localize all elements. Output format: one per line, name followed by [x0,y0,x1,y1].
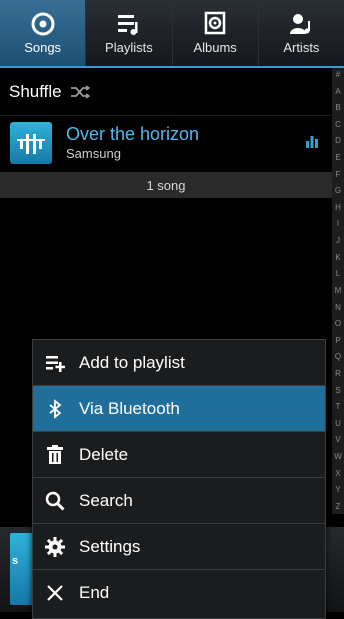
song-count: 1 song [146,177,186,193]
add-to-playlist-icon [46,355,65,372]
index-letter[interactable]: O [335,319,341,329]
index-letter[interactable]: E [335,153,340,163]
index-letter[interactable]: K [335,253,340,263]
menu-item-label: Settings [79,536,141,556]
menu-item-label: End [79,583,110,602]
index-letter[interactable]: Y [335,485,340,495]
index-letter[interactable]: R [335,369,341,379]
song-list-item[interactable]: Over the horizon Samsung [0,116,332,170]
song-artist: Samsung [66,146,121,161]
shuffle-label: Shuffle [9,81,62,101]
index-letter[interactable]: P [335,336,340,346]
trash-icon [47,444,63,464]
menu-item-label: Delete [79,444,129,464]
tab-songs[interactable]: Songs [0,0,87,66]
index-letter[interactable]: # [336,70,340,80]
tab-label: Songs [24,40,62,55]
menu-item-add-to-playlist[interactable]: Add to playlist [33,340,325,386]
index-letter[interactable]: V [335,435,340,445]
menu-item-search[interactable]: Search [33,478,325,524]
tab-artists[interactable]: Artists [259,0,344,66]
index-letter[interactable]: I [337,219,339,229]
songs-icon [31,12,55,36]
index-letter[interactable]: J [336,236,340,246]
now-playing-art-letter: s [12,555,19,567]
menu-item-delete[interactable]: Delete [33,432,325,478]
index-letter[interactable]: H [335,203,341,213]
index-letter[interactable]: M [335,286,342,296]
menu-item-label: Search [79,490,133,510]
album-art [10,122,52,164]
tab-label: Albums [193,40,237,55]
bluetooth-icon [49,398,62,419]
shuffle-row[interactable]: Shuffle [0,68,332,116]
search-icon [45,491,65,511]
albums-icon [204,11,226,35]
gear-icon [45,536,65,557]
index-letter[interactable]: G [335,186,341,196]
index-letter[interactable]: L [336,269,340,279]
tab-label: Artists [283,40,320,55]
playlists-icon [117,15,138,35]
artists-icon [290,14,311,34]
tab-label: Playlists [105,40,153,55]
index-letter[interactable]: S [335,386,340,396]
alphabet-index-scrollbar[interactable]: # A B C D E F G H I J K L M N O P Q R S T U V W X Y Z [332,68,344,514]
menu-item-settings[interactable]: Settings [33,524,325,570]
tab-albums[interactable]: Albums [173,0,259,66]
menu-item-end[interactable]: End [33,570,325,616]
song-count-bar: 1 song [0,172,332,198]
index-letter[interactable]: A [335,87,340,97]
index-letter[interactable]: T [336,402,341,412]
shuffle-icon [70,84,90,99]
song-title: Over the horizon [66,124,200,144]
close-icon [47,585,63,601]
options-menu: Add to playlist Via Bluetooth Delete Sea… [32,339,326,619]
menu-item-label: Add to playlist [79,352,185,372]
index-letter[interactable]: B [335,103,340,113]
index-letter[interactable]: C [335,120,341,130]
index-letter[interactable]: N [335,303,341,313]
now-playing-equalizer-icon [306,136,318,148]
tab-bar: Songs Playlists Albums Artists [0,0,344,68]
index-letter[interactable]: F [336,170,341,180]
index-letter[interactable]: Q [335,352,341,362]
menu-item-via-bluetooth[interactable]: Via Bluetooth [33,386,325,432]
menu-item-label: Via Bluetooth [79,398,180,418]
music-bars-icon [17,134,45,154]
index-letter[interactable]: Z [336,502,341,512]
index-letter[interactable]: U [335,419,341,429]
index-letter[interactable]: W [334,452,342,462]
tab-playlists[interactable]: Playlists [86,0,173,66]
index-letter[interactable]: X [335,469,340,479]
index-letter[interactable]: D [335,136,341,146]
